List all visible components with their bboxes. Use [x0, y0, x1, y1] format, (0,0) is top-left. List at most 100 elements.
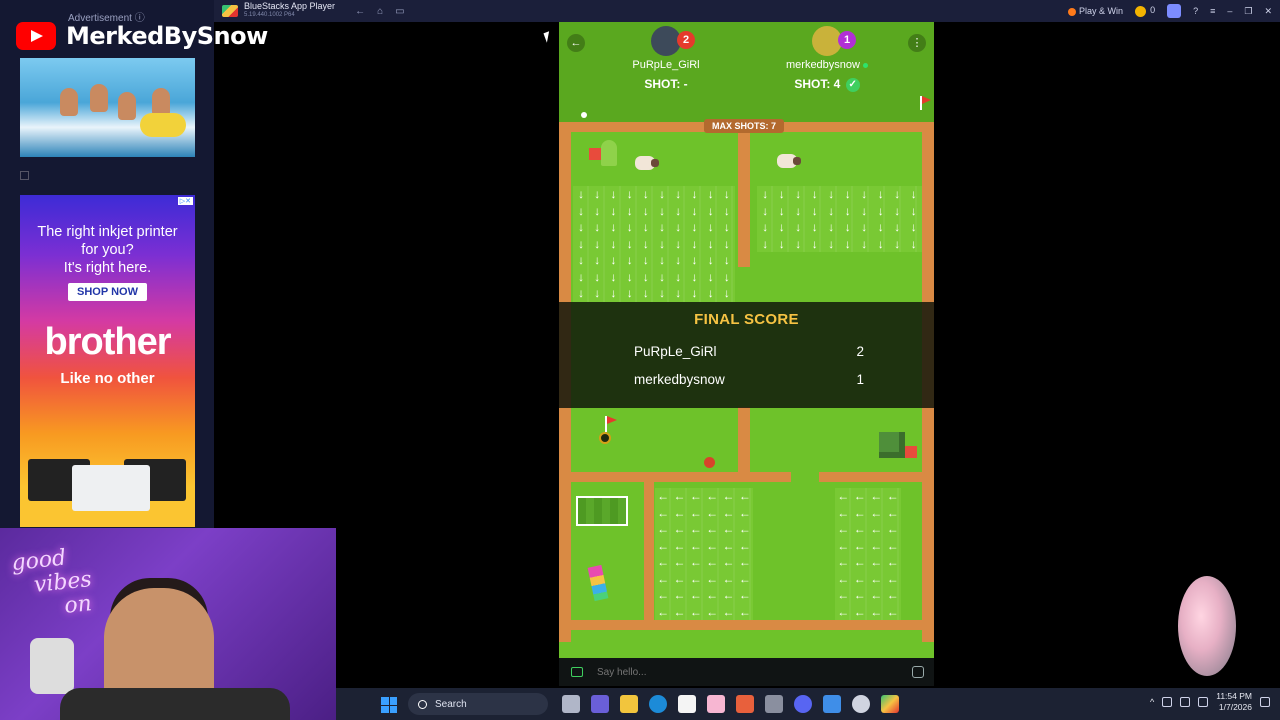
- player-name: merkedbysnow: [772, 59, 882, 71]
- arrow-field-down: ↓ ↓ ↓ ↓ ↓ ↓ ↓ ↓ ↓ ↓ ↓ ↓ ↓ ↓ ↓ ↓ ↓ ↓ ↓ ↓ ↓ ↓ ↓ ↓ ↓ ↓ ↓ ↓ ↓ ↓ ↓ ↓ ↓ ↓ ↓ ↓ ↓…: [757, 186, 922, 252]
- sticker-icon[interactable]: [912, 666, 924, 678]
- restore-icon[interactable]: ❐: [1244, 6, 1252, 17]
- neon-sign: good vibes on: [10, 545, 93, 619]
- ad-tagline: Like no other: [60, 370, 155, 387]
- youtube-channel-overlay: MerkedBySnow: [16, 22, 268, 50]
- search-icon: [418, 699, 427, 709]
- opponent-ball: [704, 457, 715, 468]
- sheep-icon: [777, 154, 801, 168]
- house-icon: [905, 446, 917, 458]
- edge-icon[interactable]: [649, 695, 667, 713]
- help-icon[interactable]: ?: [1193, 6, 1198, 16]
- shop-now-button[interactable]: SHOP NOW: [68, 283, 147, 301]
- printer-ad[interactable]: ▷✕ The right inkjet printer for you? It'…: [20, 195, 195, 527]
- chat-bar: [559, 658, 934, 686]
- bluestacks-taskbar-icon[interactable]: [881, 695, 899, 713]
- bluestacks-logo-icon: [222, 5, 238, 17]
- score-value: 1: [856, 372, 864, 387]
- network-icon[interactable]: [1162, 697, 1173, 707]
- windows-start-icon[interactable]: [381, 697, 397, 713]
- hamburger-menu-icon[interactable]: ≡: [1210, 6, 1215, 16]
- block-obstacle: [879, 432, 905, 458]
- arrow-field-down: ↓ ↓ ↓ ↓ ↓ ↓ ↓ ↓ ↓ ↓ ↓ ↓ ↓ ↓ ↓ ↓ ↓ ↓ ↓ ↓ ↓ ↓ ↓ ↓ ↓ ↓ ↓ ↓ ↓ ↓ ↓ ↓ ↓ ↓ ↓ ↓ ↓…: [573, 186, 735, 302]
- player-avatar: 1: [812, 26, 856, 56]
- coin-counter[interactable]: 0: [1135, 5, 1155, 17]
- score-row: PuRpLe_GiRl 2: [634, 344, 864, 359]
- store-icon[interactable]: [678, 695, 696, 713]
- play-win-button[interactable]: Play & Win: [1068, 6, 1123, 16]
- ad-sidebar: Advertisement ⓘ ▷✕ The right inkjet prin…: [0, 0, 214, 528]
- player-avatar: 2: [651, 26, 695, 56]
- printer-image: [28, 447, 188, 511]
- microphone: [30, 638, 74, 694]
- minimize-icon[interactable]: –: [1227, 6, 1232, 16]
- course-wall: [738, 407, 750, 477]
- mouse-cursor-icon: [543, 31, 553, 43]
- multi-instance-icon[interactable]: ▭: [395, 6, 404, 17]
- windows-taskbar: Search ^ 11:54 PM 1/7/2026: [336, 688, 1280, 720]
- discord-icon[interactable]: [794, 695, 812, 713]
- score-player-name: merkedbysnow: [634, 372, 725, 387]
- file-explorer-icon[interactable]: [620, 695, 638, 713]
- home-icon[interactable]: ⌂: [377, 6, 383, 17]
- chat-icon[interactable]: [571, 667, 583, 677]
- close-window-icon[interactable]: ✕: [1264, 6, 1272, 17]
- channel-name: MerkedBySnow: [66, 22, 268, 50]
- house-icon: [589, 148, 601, 160]
- ad-headline: The right inkjet printer for you? It's r…: [37, 224, 178, 276]
- course-wall: [571, 472, 791, 482]
- task-view-icon[interactable]: [562, 695, 580, 713]
- chrome-icon[interactable]: [852, 695, 870, 713]
- score-row: merkedbysnow 1: [634, 372, 864, 387]
- course-wall: [738, 132, 750, 267]
- ad-choices-icon[interactable]: [20, 171, 29, 180]
- game-header: ← ⋮ 2 PuRpLe_GiRl SHOT: - 1 merkedbysnow…: [559, 22, 934, 122]
- app-icon[interactable]: [707, 695, 725, 713]
- totem-obstacle: [587, 564, 609, 602]
- golf-ball: [581, 112, 587, 118]
- hole-flag-icon: [605, 416, 617, 432]
- profile-avatar[interactable]: [1167, 4, 1182, 18]
- golf-hole: [599, 432, 611, 444]
- coin-icon: [1135, 5, 1147, 17]
- taskbar-search[interactable]: Search: [408, 693, 548, 715]
- back-nav-icon[interactable]: ←: [355, 6, 365, 17]
- system-tray: ^ 11:54 PM 1/7/2026: [1150, 691, 1270, 713]
- ad-brand-logo: brother: [44, 321, 172, 363]
- clock[interactable]: 11:54 PM 1/7/2026: [1216, 691, 1252, 713]
- office-icon[interactable]: [736, 695, 754, 713]
- ad-close-icon[interactable]: ▷✕: [177, 197, 193, 205]
- settings-icon[interactable]: [765, 695, 783, 713]
- waterpark-ad-image[interactable]: [20, 58, 195, 157]
- back-button[interactable]: ←: [567, 34, 585, 52]
- tree-icon: [601, 140, 617, 166]
- notepad-icon[interactable]: [823, 695, 841, 713]
- course-wall: [819, 472, 922, 482]
- tray-chevron-icon[interactable]: ^: [1150, 697, 1154, 707]
- max-shots-label: MAX SHOTS: 7: [704, 119, 785, 133]
- player-name: PuRpLe_GiRl: [632, 59, 700, 71]
- youtube-icon: [16, 22, 56, 50]
- score-value: 2: [856, 344, 864, 359]
- webcam-feed: good vibes on: [0, 528, 336, 720]
- volume-icon[interactable]: [1198, 697, 1209, 707]
- score-player-name: PuRpLe_GiRl: [634, 344, 717, 359]
- online-indicator: [862, 62, 868, 68]
- player-rank-badge: 1: [838, 31, 856, 49]
- player-card-2: 1 merkedbysnow SHOT: 4 ✓: [772, 26, 882, 92]
- tee-box: [576, 496, 628, 526]
- stream-badge-coin: [1178, 576, 1236, 676]
- golf-game-screen[interactable]: ← ⋮ 2 PuRpLe_GiRl SHOT: - 1 merkedbysnow…: [559, 22, 934, 686]
- sheep-icon: [635, 156, 659, 170]
- final-score-panel: FINAL SCORE PuRpLe_GiRl 2 merkedbysnow 1: [559, 302, 934, 408]
- app-title: BlueStacks App Player 5.19.440.1002 P64: [244, 1, 336, 19]
- arrow-field-left: ← ← ← ← ← ← ← ← ← ← ← ← ← ← ← ← ← ← ← ← ← ← ← ← ← ← ← ← ← ← ← ← ← ← ←…: [655, 488, 753, 620]
- teams-icon[interactable]: [591, 695, 609, 713]
- player-shot: SHOT: 4 ✓: [772, 77, 882, 92]
- arrow-field-left: ← ← ← ← ← ← ← ← ← ← ← ← ← ← ← ← ← ← ← ← ← ← ← ← ← ← ← ← ← ← ← ←: [835, 488, 901, 620]
- more-options-button[interactable]: ⋮: [908, 34, 926, 52]
- display-icon[interactable]: [1180, 697, 1191, 707]
- player-card-1: 2 PuRpLe_GiRl SHOT: -: [611, 26, 721, 91]
- chat-input[interactable]: [597, 666, 887, 678]
- notification-icon[interactable]: [1260, 697, 1270, 707]
